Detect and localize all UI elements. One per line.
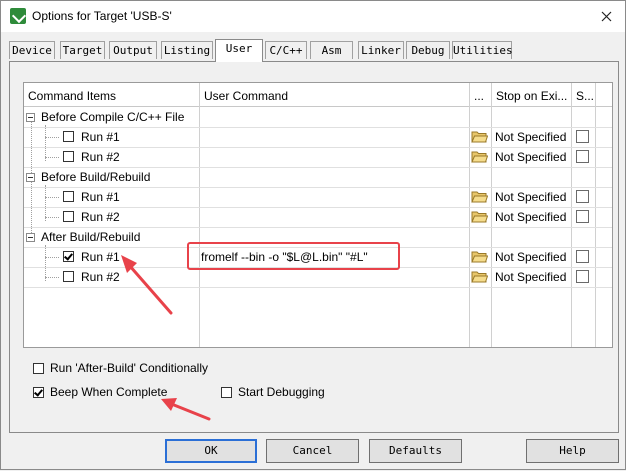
run-label[interactable]: Run #2	[81, 210, 120, 224]
browse-folder-icon[interactable]	[471, 210, 488, 223]
run-label[interactable]: Run #2	[81, 270, 120, 284]
tree-line	[45, 157, 59, 158]
tree-line	[45, 217, 59, 218]
collapse-toggle[interactable]	[26, 113, 35, 122]
run-label[interactable]: Run #1	[81, 190, 120, 204]
tab-listing[interactable]: Listing	[161, 41, 213, 59]
run-label[interactable]: Run #1	[81, 250, 120, 264]
row-divider	[24, 167, 612, 168]
run-checkbox[interactable]	[63, 151, 74, 162]
row-divider	[24, 127, 612, 128]
tab-asm[interactable]: Asm	[310, 41, 353, 59]
beep-when-complete-label[interactable]: Beep When Complete	[50, 385, 167, 399]
start-debugging-checkbox[interactable]	[221, 387, 232, 398]
tab-output[interactable]: Output	[109, 41, 157, 59]
run-after-build-label[interactable]: Run 'After-Build' Conditionally	[50, 361, 208, 375]
defaults-button[interactable]: Defaults	[369, 439, 462, 463]
run-label[interactable]: Run #2	[81, 150, 120, 164]
browse-folder-icon[interactable]	[471, 130, 488, 143]
browse-folder-icon[interactable]	[471, 270, 488, 283]
tree-line	[45, 257, 59, 258]
col-divider	[199, 83, 200, 347]
group-before-compile[interactable]: Before Compile C/C++ File	[41, 110, 184, 124]
run-checkbox[interactable]	[63, 191, 74, 202]
row-divider	[24, 227, 612, 228]
tab-debug[interactable]: Debug	[406, 41, 450, 59]
s-checkbox[interactable]	[576, 190, 589, 203]
window-title: Options for Target 'USB-S'	[32, 9, 172, 23]
tab-cc[interactable]: C/C++	[265, 41, 307, 59]
tab-utilities[interactable]: Utilities	[452, 41, 513, 59]
stop-on-exit-value[interactable]: Not Specified	[495, 250, 566, 264]
run-after-build-checkbox[interactable]	[33, 363, 44, 374]
col-divider	[595, 83, 596, 347]
run-checkbox[interactable]	[63, 211, 74, 222]
row-divider	[24, 207, 612, 208]
stop-on-exit-value[interactable]: Not Specified	[495, 210, 566, 224]
annotation-highlight-box	[187, 242, 400, 270]
stop-on-exit-value[interactable]: Not Specified	[495, 130, 566, 144]
tree-line	[45, 125, 46, 161]
tab-linker[interactable]: Linker	[358, 41, 404, 59]
stop-on-exit-value[interactable]: Not Specified	[495, 150, 566, 164]
col-divider	[571, 83, 572, 347]
tree-line	[45, 277, 59, 278]
header-divider	[24, 106, 612, 107]
title-bar: Options for Target 'USB-S'	[1, 1, 625, 32]
close-button[interactable]	[593, 5, 619, 27]
close-icon	[601, 11, 611, 21]
start-debugging-label[interactable]: Start Debugging	[238, 385, 325, 399]
row-divider	[24, 287, 612, 288]
browse-folder-icon[interactable]	[471, 190, 488, 203]
row-divider	[24, 147, 612, 148]
col-divider	[491, 83, 492, 347]
run-checkbox[interactable]	[63, 271, 74, 282]
run-checkbox-checked[interactable]	[63, 251, 74, 262]
tree-line	[45, 137, 59, 138]
col-divider	[469, 83, 470, 347]
user-command-grid: Command Items User Command ... Stop on E…	[23, 82, 613, 348]
s-checkbox[interactable]	[576, 270, 589, 283]
tab-user[interactable]: User	[215, 39, 263, 62]
browse-folder-icon[interactable]	[471, 250, 488, 263]
s-checkbox[interactable]	[576, 130, 589, 143]
keil-app-icon	[10, 8, 26, 24]
options-dialog: Options for Target 'USB-S' Device Target…	[0, 0, 626, 470]
help-button[interactable]: Help	[526, 439, 619, 463]
ok-button[interactable]: OK	[165, 439, 257, 463]
beep-when-complete-checkbox[interactable]	[33, 387, 44, 398]
group-before-build[interactable]: Before Build/Rebuild	[41, 170, 150, 184]
s-checkbox[interactable]	[576, 250, 589, 263]
run-checkbox[interactable]	[63, 131, 74, 142]
s-checkbox[interactable]	[576, 210, 589, 223]
s-checkbox[interactable]	[576, 150, 589, 163]
tab-device[interactable]: Device	[9, 41, 55, 59]
run-label[interactable]: Run #1	[81, 130, 120, 144]
tree-line	[45, 245, 46, 281]
collapse-toggle[interactable]	[26, 173, 35, 182]
browse-folder-icon[interactable]	[471, 150, 488, 163]
group-after-build[interactable]: After Build/Rebuild	[41, 230, 140, 244]
stop-on-exit-value[interactable]: Not Specified	[495, 190, 566, 204]
collapse-toggle[interactable]	[26, 233, 35, 242]
row-divider	[24, 187, 612, 188]
cancel-button[interactable]: Cancel	[266, 439, 359, 463]
tree-line	[45, 185, 46, 221]
tree-line	[45, 197, 59, 198]
stop-on-exit-value[interactable]: Not Specified	[495, 270, 566, 284]
tab-target[interactable]: Target	[60, 41, 105, 59]
